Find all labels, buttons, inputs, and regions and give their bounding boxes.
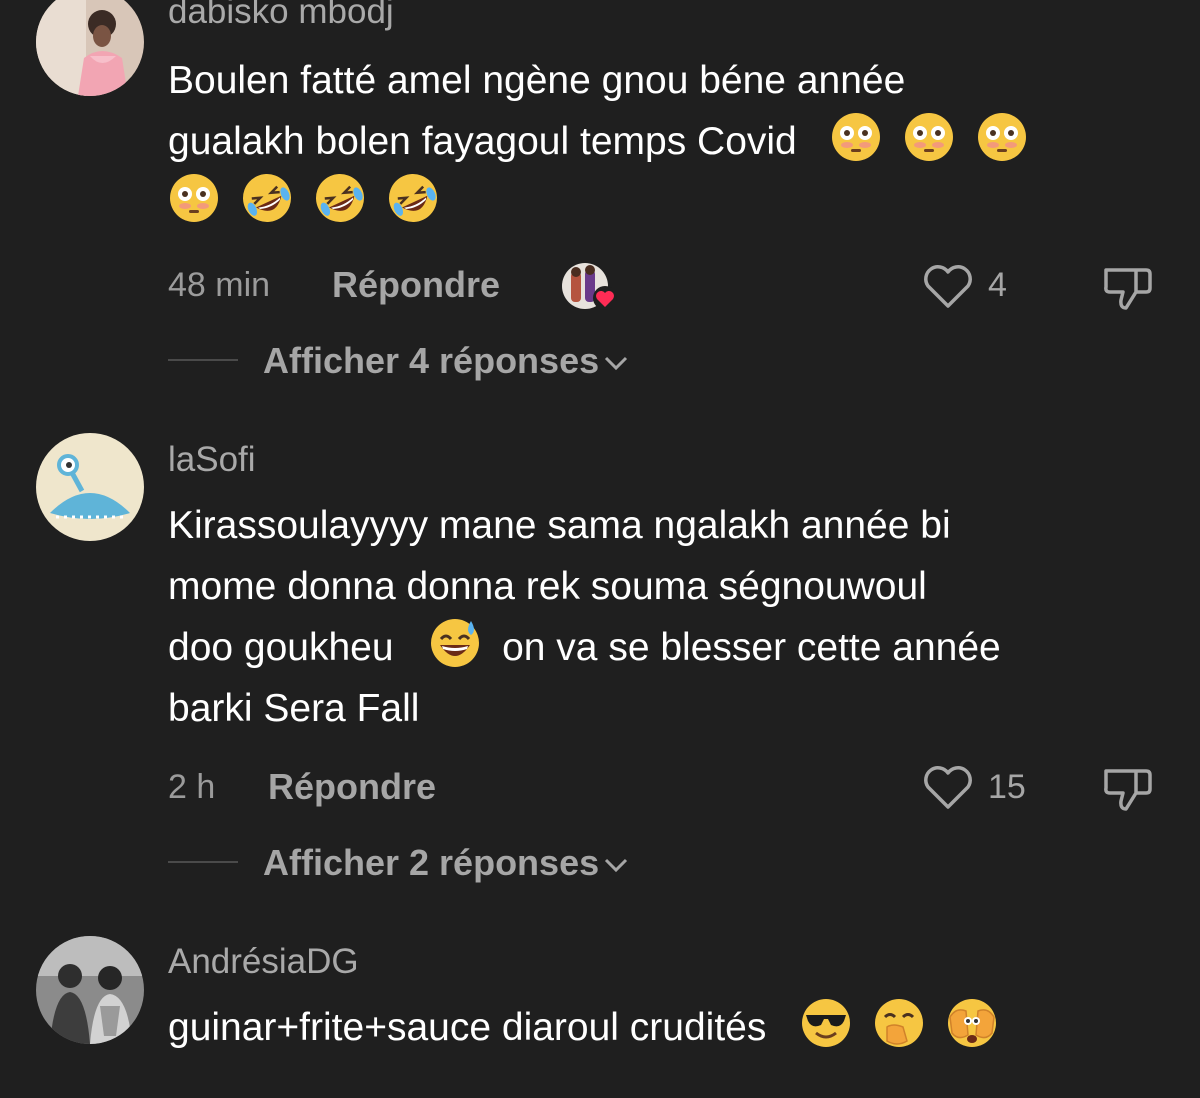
- flushed-face-icon: [832, 113, 881, 161]
- view-replies-button[interactable]: Afficher 4 réponses: [263, 340, 629, 382]
- avatar[interactable]: [36, 0, 144, 96]
- view-replies-label: Afficher 2 réponses: [263, 842, 600, 883]
- comment-text-segment: on va se blesser cette année: [502, 626, 1001, 669]
- dislike-icon[interactable]: [1100, 262, 1154, 312]
- comment-text-line: barki Sera Fall: [168, 687, 420, 730]
- hand-over-mouth-face-icon: [874, 999, 923, 1047]
- chevron-down-icon: [605, 859, 628, 873]
- reply-button[interactable]: Répondre: [332, 264, 500, 306]
- like-count: 4: [988, 266, 1007, 304]
- comment-username[interactable]: laSofi: [168, 440, 256, 480]
- sweat-smile-face-icon: [431, 619, 480, 667]
- rolling-laughing-face-icon: [315, 174, 364, 222]
- heart-outline-icon[interactable]: [922, 262, 974, 310]
- comment-text-line: guinar+frite+sauce diaroul crudités: [168, 997, 1168, 1058]
- comment-text: Kirassoulayyyy mane sama ngalakh année b…: [168, 495, 1168, 739]
- view-replies-divider: [168, 359, 238, 361]
- comment-text-line: gualakh bolen fayagoul temps Covid: [168, 111, 1168, 172]
- avatar[interactable]: [36, 433, 144, 541]
- comment-timestamp: 48 min: [168, 266, 271, 304]
- comment-text-segment: guinar+frite+sauce diaroul crudités: [168, 1006, 767, 1049]
- flushed-face-icon: [170, 174, 218, 222]
- comment-emoji-line: [168, 172, 1168, 233]
- peeking-eyes-face-icon: [947, 999, 996, 1047]
- like-count: 15: [988, 768, 1026, 806]
- creator-liked-badge: [561, 262, 617, 310]
- rolling-laughing-face-icon: [388, 174, 437, 222]
- comment-text-segment: gualakh bolen fayagoul temps Covid: [168, 120, 797, 163]
- avatar[interactable]: [36, 936, 144, 1044]
- heart-outline-icon[interactable]: [922, 763, 974, 811]
- flushed-face-icon: [978, 113, 1027, 161]
- sunglasses-face-icon: [802, 999, 851, 1047]
- comment-text-line: Boulen fatté amel ngène gnou béne année: [168, 59, 906, 102]
- comment-text-line: doo goukheu on va se blesser cette année: [168, 617, 1168, 678]
- reply-button[interactable]: Répondre: [268, 766, 436, 808]
- view-replies-divider: [168, 861, 238, 863]
- comment-timestamp: 2 h: [168, 768, 216, 806]
- comment-text-line: Kirassoulayyyy mane sama ngalakh année b…: [168, 504, 951, 547]
- comment-text-line: mome donna donna rek souma ségnouwoul: [168, 565, 927, 608]
- comment-text-segment: doo goukheu: [168, 626, 394, 669]
- comment-username[interactable]: AndrésiaDG: [168, 942, 359, 982]
- comment-text: Boulen fatté amel ngène gnou béne année …: [168, 50, 1168, 233]
- flushed-face-icon: [905, 113, 954, 161]
- view-replies-button[interactable]: Afficher 2 réponses: [263, 842, 629, 884]
- comment-username[interactable]: dabisko mbodj: [168, 0, 394, 32]
- chevron-down-icon: [605, 357, 628, 371]
- dislike-icon[interactable]: [1100, 763, 1154, 813]
- rolling-laughing-face-icon: [242, 174, 291, 222]
- comment-text: guinar+frite+sauce diaroul crudités: [168, 997, 1168, 1058]
- view-replies-label: Afficher 4 réponses: [263, 340, 600, 381]
